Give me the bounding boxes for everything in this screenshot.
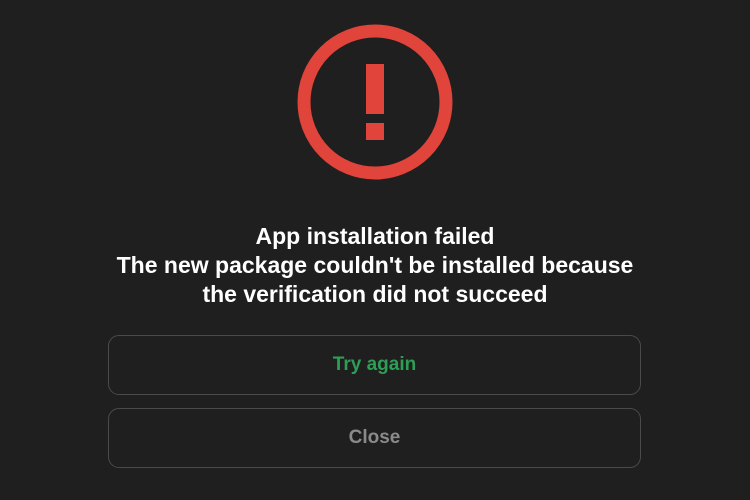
- error-exclamation-icon: [297, 24, 453, 180]
- message-line-2: the verification did not succeed: [202, 281, 548, 307]
- install-failed-dialog: App installation failed The new package …: [0, 0, 750, 500]
- error-message: App installation failed The new package …: [75, 222, 675, 309]
- close-button[interactable]: Close: [108, 408, 641, 468]
- try-again-button[interactable]: Try again: [108, 335, 641, 395]
- message-line-1: The new package couldn't be installed be…: [116, 252, 634, 278]
- close-label: Close: [348, 427, 401, 448]
- dialog-title: App installation failed: [255, 223, 495, 249]
- try-again-label: Try again: [332, 354, 417, 375]
